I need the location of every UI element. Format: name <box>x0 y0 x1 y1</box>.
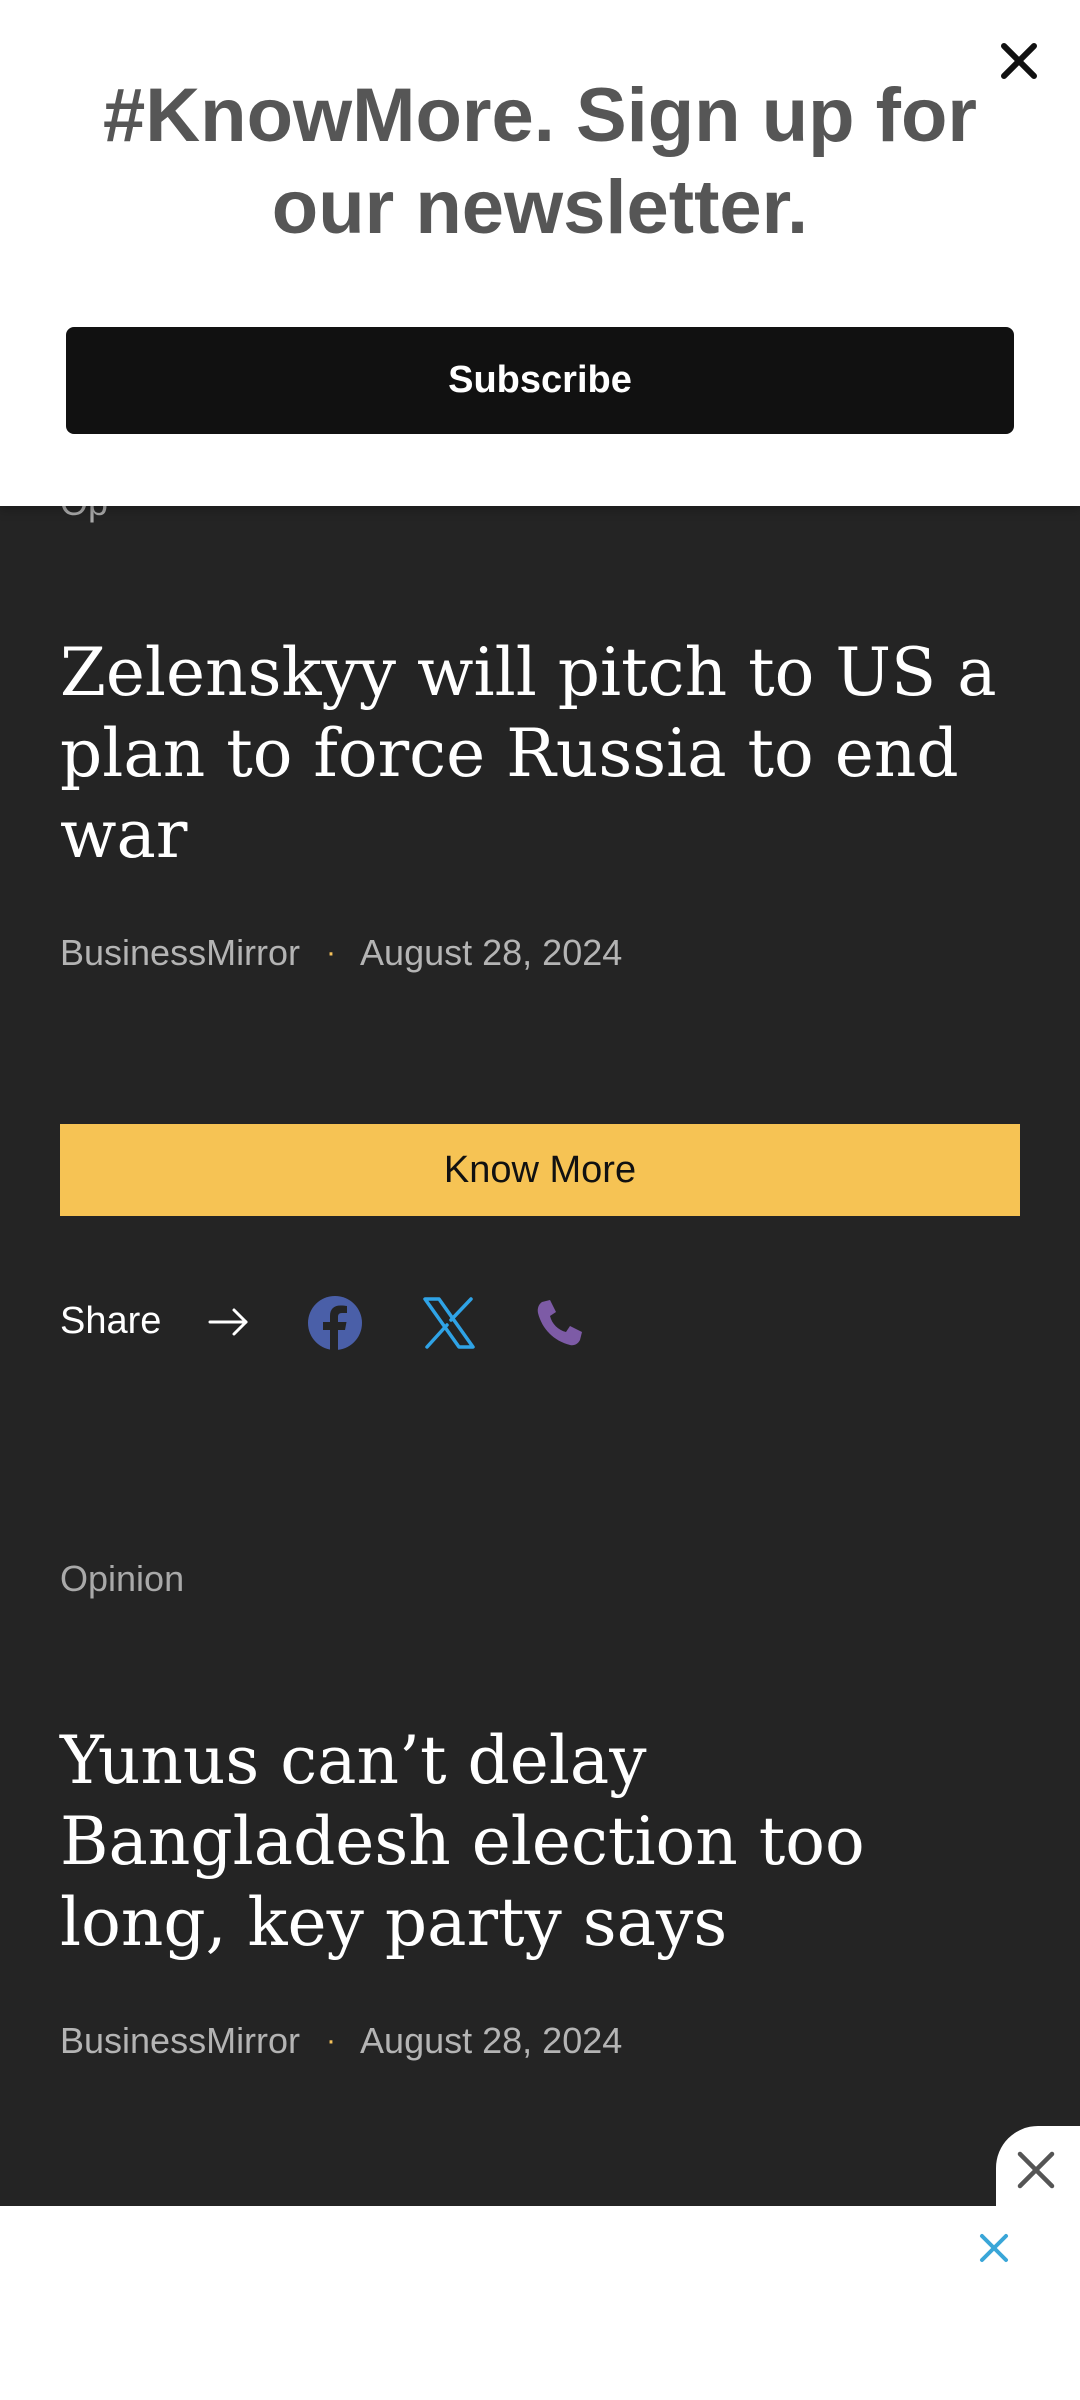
close-icon[interactable] <box>1014 2148 1058 2192</box>
article-date: August 28, 2024 <box>360 2020 623 2061</box>
close-icon[interactable] <box>976 2230 1012 2266</box>
article-headline[interactable]: Yunus can’t delay Bangladesh election to… <box>60 1720 1020 1963</box>
newsletter-banner: #KnowMore. Sign up for our newsletter. S… <box>0 0 1080 506</box>
article-date: August 28, 2024 <box>360 932 623 973</box>
subscribe-button[interactable]: Subscribe <box>66 327 1014 434</box>
know-more-button[interactable]: Know More <box>60 1124 1020 1216</box>
x-twitter-icon[interactable] <box>420 1294 478 1352</box>
article-meta: BusinessMirror · August 28, 2024 <box>60 932 622 974</box>
share-label: Share <box>60 1300 162 1342</box>
article-source[interactable]: BusinessMirror <box>60 2020 300 2062</box>
meta-separator: · <box>326 936 337 969</box>
share-row: Share <box>60 1290 660 1354</box>
ad-banner <box>0 2206 1080 2400</box>
phone-icon[interactable] <box>530 1294 588 1352</box>
newsletter-title: #KnowMore. Sign up for our newsletter. <box>103 73 977 250</box>
article-headline[interactable]: Zelenskyy will pitch to US a plan to for… <box>60 632 1020 875</box>
meta-separator: · <box>326 2024 337 2057</box>
arrow-right-icon <box>208 1308 248 1336</box>
ad-close-tab[interactable] <box>996 2126 1080 2210</box>
article-source[interactable]: BusinessMirror <box>60 932 300 974</box>
category-label[interactable]: Opinion <box>60 1558 184 1600</box>
article-meta: BusinessMirror · August 28, 2024 <box>60 2020 622 2062</box>
facebook-icon[interactable] <box>306 1294 364 1352</box>
